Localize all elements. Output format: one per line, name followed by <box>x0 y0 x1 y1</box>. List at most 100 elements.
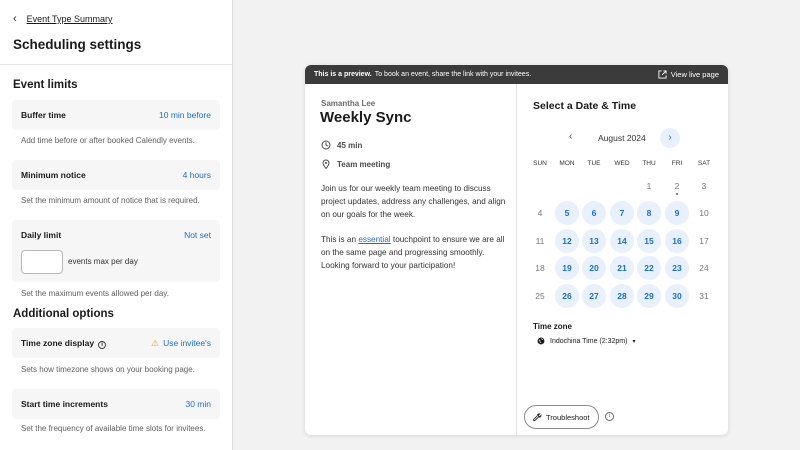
divider <box>0 64 232 65</box>
calendar-day: 25 <box>535 291 545 301</box>
info-icon[interactable]: i <box>98 341 107 349</box>
booking-preview: This is a preview. To book an event, sha… <box>305 65 728 435</box>
caret-down-icon: ▾ <box>632 338 636 345</box>
minimum-notice-desc: Set the minimum amount of notice that is… <box>21 196 200 205</box>
time-zone-display-value[interactable]: Use invitee's <box>163 338 211 348</box>
calendar-day-available[interactable]: 20 <box>582 256 606 280</box>
calendar-day-available[interactable]: 7 <box>610 201 634 225</box>
weekday-header: TUE <box>587 160 601 167</box>
buffer-time-value[interactable]: 10 min before <box>159 110 211 120</box>
start-time-increments-card[interactable]: Start time increments 30 min <box>12 389 220 419</box>
calendar-day: 17 <box>699 236 709 246</box>
preview-banner-bold: This is a preview. <box>314 71 372 78</box>
weekday-header: FRI <box>671 160 683 167</box>
duration-text: 45 min <box>337 140 363 150</box>
weekday-header: SAT <box>697 160 711 167</box>
calendar-day: 2 <box>665 174 689 198</box>
start-time-increments-desc: Set the frequency of available time slot… <box>21 424 206 433</box>
settings-panel: ‹ Event Type Summary Scheduling settings… <box>0 0 233 450</box>
calendar-day-available[interactable]: 14 <box>610 229 634 253</box>
essential-link[interactable]: essential <box>358 235 390 244</box>
calendar-day-available[interactable]: 30 <box>665 284 689 308</box>
wrench-icon <box>533 412 542 421</box>
calendar-day-available[interactable]: 5 <box>555 201 579 225</box>
time-zone-display-card[interactable]: Time zone display i ⚠ Use invitee's <box>12 328 220 358</box>
calendar-day-available[interactable]: 13 <box>582 229 606 253</box>
previous-month-button[interactable]: ‹ <box>569 131 572 142</box>
location-text: Team meeting <box>337 159 391 169</box>
weekday-header: SUN <box>533 160 547 167</box>
calendar-day-available[interactable]: 12 <box>555 229 579 253</box>
calendar-day-available[interactable]: 26 <box>555 284 579 308</box>
start-time-increments-value[interactable]: 30 min <box>185 399 211 409</box>
info-icon[interactable]: i <box>605 412 614 421</box>
next-month-button[interactable]: › <box>660 128 680 148</box>
calendar-day-available[interactable]: 9 <box>665 201 689 225</box>
time-zone-label: Time zone <box>533 322 572 331</box>
daily-limit-label: Daily limit <box>21 230 62 240</box>
preview-banner-text: To book an event, share the link with yo… <box>374 71 532 78</box>
calendar-day-available[interactable]: 19 <box>555 256 579 280</box>
minimum-notice-label: Minimum notice <box>21 170 86 180</box>
time-zone-display-value-row[interactable]: ⚠ Use invitee's <box>151 338 211 349</box>
calendar-title: Select a Date & Time <box>533 100 637 112</box>
minimum-notice-card[interactable]: Minimum notice 4 hours <box>12 160 220 190</box>
month-label: August 2024 <box>598 133 646 143</box>
buffer-time-label: Buffer time <box>21 110 66 120</box>
location-pin-icon <box>322 159 330 169</box>
daily-limit-card: Daily limit Not set events max per day <box>12 220 220 282</box>
calendar-day-available[interactable]: 27 <box>582 284 606 308</box>
location-row: Team meeting <box>321 159 390 169</box>
time-zone-display-label: Time zone display <box>21 338 95 348</box>
calendar-day-available[interactable]: 29 <box>637 284 661 308</box>
calendar-day: 3 <box>701 181 707 191</box>
calendar-day-available[interactable]: 23 <box>665 256 689 280</box>
calendar-day-available[interactable]: 8 <box>637 201 661 225</box>
calendar-day-available[interactable]: 22 <box>637 256 661 280</box>
calendar-day: 1 <box>646 181 652 191</box>
preview-divider <box>516 84 517 435</box>
back-link[interactable]: ‹ Event Type Summary <box>13 14 113 25</box>
time-zone-display-desc: Sets how timezone shows on your booking … <box>21 365 195 374</box>
daily-limit-input[interactable] <box>21 250 63 274</box>
calendar-day: 4 <box>537 208 543 218</box>
calendar-day-available[interactable]: 16 <box>665 229 689 253</box>
troubleshoot-button[interactable]: Troubleshoot <box>524 405 599 429</box>
weekday-header: THU <box>642 160 656 167</box>
desc-text-before: This is an <box>321 235 359 244</box>
minimum-notice-value[interactable]: 4 hours <box>183 170 211 180</box>
calendar-day: 24 <box>699 263 709 273</box>
external-link-icon <box>658 70 667 79</box>
weekday-header: WED <box>614 160 630 167</box>
calendar-day: 11 <box>535 236 545 246</box>
view-live-page-label[interactable]: View live page <box>671 70 719 79</box>
troubleshoot-label[interactable]: Troubleshoot <box>546 413 590 422</box>
host-name: Samantha Lee <box>321 99 376 108</box>
calendar-day-available[interactable]: 21 <box>610 256 634 280</box>
month-navigator: ‹ August 2024 › <box>533 128 706 148</box>
time-zone-value[interactable]: Indochina Time (2:32pm) <box>550 338 627 345</box>
start-time-increments-label: Start time increments <box>21 399 108 409</box>
calendar-day: 18 <box>535 263 545 273</box>
time-zone-selector[interactable]: Indochina Time (2:32pm) ▾ <box>537 337 635 345</box>
view-live-page-link[interactable]: View live page <box>658 70 719 79</box>
daily-limit-value[interactable]: Not set <box>184 230 211 240</box>
duration-row: 45 min <box>321 140 362 150</box>
calendar-day-available[interactable]: 6 <box>582 201 606 225</box>
calendar-day-available[interactable]: 15 <box>637 229 661 253</box>
calendar-day-available[interactable]: 28 <box>610 284 634 308</box>
globe-icon <box>537 337 545 345</box>
clock-icon <box>321 140 331 150</box>
warning-icon: ⚠ <box>151 338 160 348</box>
buffer-time-card[interactable]: Buffer time 10 min before <box>12 100 220 130</box>
section-title-additional-options: Additional options <box>13 308 114 320</box>
page-title: Scheduling settings <box>13 37 142 52</box>
preview-banner: This is a preview. To book an event, sha… <box>305 65 728 84</box>
weekday-header: MON <box>559 160 575 167</box>
daily-limit-suffix: events max per day <box>68 257 138 266</box>
event-description-2: This is an essential touchpoint to ensur… <box>321 233 511 272</box>
buffer-time-desc: Add time before or after booked Calendly… <box>21 136 195 145</box>
back-link-label[interactable]: Event Type Summary <box>27 14 113 24</box>
section-title-event-limits: Event limits <box>13 79 78 91</box>
event-name: Weekly Sync <box>320 109 412 126</box>
